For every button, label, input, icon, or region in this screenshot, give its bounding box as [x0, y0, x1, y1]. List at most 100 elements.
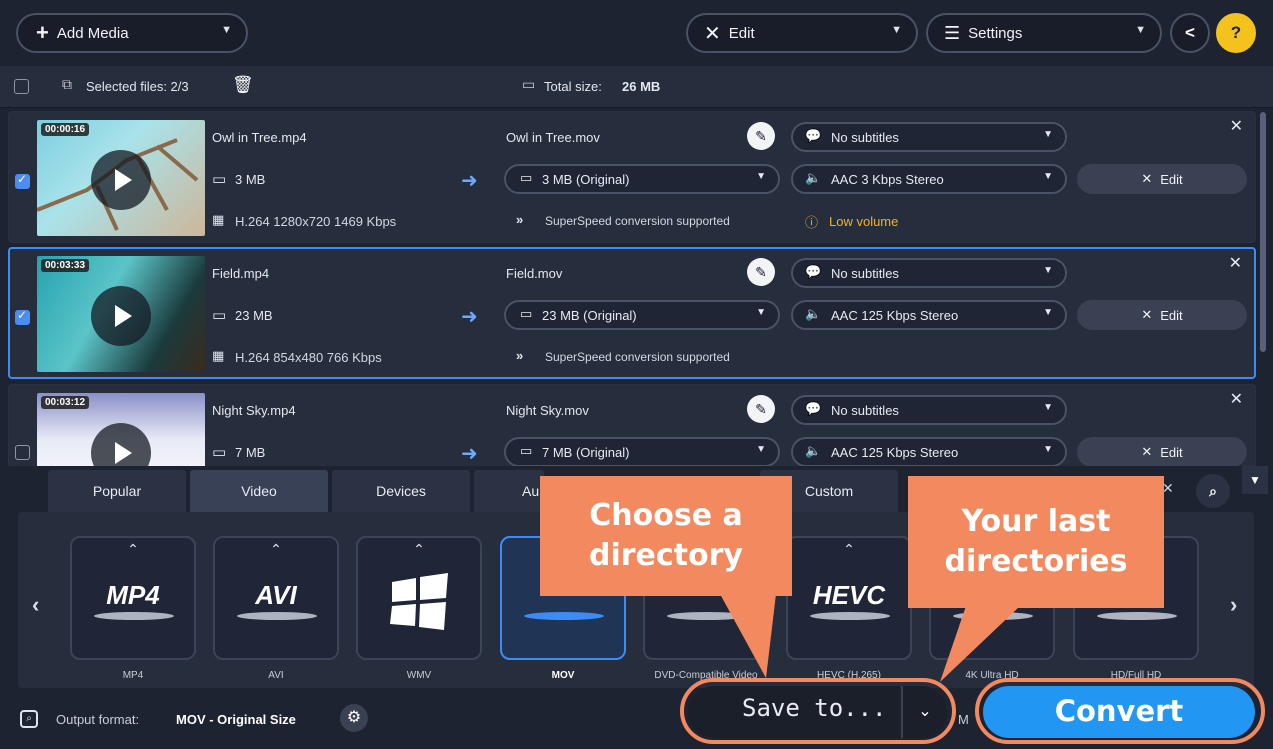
edit-dropdown[interactable]: ✕ Edit ▼ — [686, 13, 918, 53]
audio-select[interactable]: 🔈 AAC 3 Kbps Stereo ▼ — [791, 164, 1067, 194]
add-media-button[interactable]: + Add Media ▼ — [16, 13, 248, 53]
rename-pencil-icon[interactable]: ✎ — [747, 258, 775, 286]
superspeed-icon: » — [516, 348, 524, 363]
file-size: 23 MB — [235, 308, 273, 323]
superspeed-icon: » — [516, 212, 524, 227]
remove-file-icon[interactable]: ✕ — [1230, 389, 1243, 409]
collapse-panel-button[interactable]: ▼ — [1242, 466, 1268, 494]
subtitles-select[interactable]: 💬 No subtitles ▼ — [791, 122, 1067, 152]
format-hevc-logo: HEVC — [812, 580, 886, 610]
output-file-name: Owl in Tree.mov — [506, 130, 600, 145]
subtitles-select[interactable]: 💬 No subtitles ▼ — [791, 258, 1067, 288]
settings-dropdown[interactable]: ☰ Settings ▼ — [926, 13, 1162, 53]
total-size-value: 26 MB — [622, 79, 661, 94]
subtitles-select[interactable]: 💬 No subtitles ▼ — [791, 395, 1067, 425]
format-mp4[interactable]: ⌃ MP4 — [70, 536, 196, 660]
file-row-field[interactable]: 00:03:33 Field.mp4 ▭ 23 MB ▦ H.264 854x4… — [8, 247, 1256, 379]
file-icon: ▭ — [522, 76, 536, 92]
output-size-select[interactable]: ▭ 23 MB (Original) ▼ — [504, 300, 780, 330]
file-icon: ▭ — [520, 170, 533, 185]
chevron-down-icon: ▼ — [1135, 24, 1146, 36]
speaker-icon: 🔈 — [805, 170, 822, 185]
prev-formats-icon[interactable]: ‹ — [32, 592, 39, 618]
convert-arrow-icon: ➜ — [461, 306, 478, 328]
share-button[interactable]: < — [1170, 13, 1210, 53]
add-media-label: Add Media — [56, 24, 129, 42]
chevron-down-icon: ▼ — [756, 307, 766, 318]
trash-icon[interactable]: 🗑 — [232, 75, 254, 95]
format-search-icon[interactable]: ⌕ — [20, 710, 38, 728]
chevron-down-icon: ▼ — [756, 171, 766, 182]
superspeed-text: SuperSpeed conversion supported — [545, 214, 730, 228]
save-to-highlight — [680, 678, 956, 744]
output-size-select[interactable]: ▭ 7 MB (Original) ▼ — [504, 437, 780, 467]
format-wmv[interactable]: ⌃ — [356, 536, 482, 660]
file-icon: ▭ — [212, 444, 227, 461]
codec-info: H.264 854x480 766 Kbps — [235, 350, 382, 365]
edit-button[interactable]: ✕ Edit — [1077, 437, 1247, 467]
tools-icon: ✕ — [1141, 171, 1153, 186]
audio-select[interactable]: 🔈 AAC 125 Kbps Stereo ▼ — [791, 300, 1067, 330]
video-thumbnail[interactable]: 00:03:33 — [37, 256, 205, 372]
output-format-value: MOV - Original Size — [176, 712, 296, 727]
tab-video[interactable]: Video — [190, 470, 328, 512]
chevron-down-icon: ▼ — [1043, 444, 1053, 455]
tab-audio[interactable]: Au — [474, 470, 544, 512]
chevron-down-icon: ▼ — [1043, 402, 1053, 413]
format-avi-label: AVI — [268, 670, 284, 681]
duration-badge: 00:03:12 — [41, 396, 90, 409]
file-checkbox[interactable] — [15, 172, 30, 189]
format-hevc[interactable]: ⌃ HEVC — [786, 536, 912, 660]
top-toolbar: + Add Media ▼ ✕ Edit ▼ ☰ Settings ▼ < ? — [0, 0, 1273, 66]
output-settings-button[interactable]: ⚙ — [340, 704, 368, 732]
rename-pencil-icon[interactable]: ✎ — [747, 122, 775, 150]
warning-icon: ⓘ — [805, 215, 819, 230]
file-row-night-sky[interactable]: 00:03:12 Night Sky.mp4 ▭ 7 MB ➜ Night Sk… — [8, 384, 1256, 468]
chevron-down-icon: ▼ — [756, 444, 766, 455]
callout-last-directories-text: Your last directories — [944, 504, 1128, 579]
tools-icon: ✕ — [1141, 307, 1153, 322]
files-icon: ⧉ — [62, 76, 72, 92]
remove-file-icon[interactable]: ✕ — [1229, 253, 1242, 273]
next-formats-icon[interactable]: › — [1230, 592, 1237, 618]
play-icon[interactable] — [91, 150, 151, 210]
remove-file-icon[interactable]: ✕ — [1230, 116, 1243, 136]
tab-popular[interactable]: Popular — [48, 470, 186, 512]
output-size-label: 23 MB (Original) — [542, 308, 637, 323]
sliders-icon: ☰ — [944, 22, 961, 43]
speech-bubble-icon: 💬 — [805, 264, 822, 279]
chevron-down-icon: ▼ — [1043, 129, 1053, 140]
speaker-icon: 🔈 — [805, 443, 822, 458]
tab-devices[interactable]: Devices — [332, 470, 470, 512]
callout-choose-directory: Choose a directory — [540, 476, 792, 596]
output-size-select[interactable]: ▭ 3 MB (Original) ▼ — [504, 164, 780, 194]
video-thumbnail[interactable]: 00:03:12 — [37, 393, 205, 467]
video-disc-icon — [94, 612, 174, 620]
subtitles-label: No subtitles — [831, 403, 899, 418]
settings-label: Settings — [968, 24, 1023, 42]
edit-button[interactable]: ✕ Edit — [1077, 300, 1247, 330]
format-avi[interactable]: ⌃ AVI — [213, 536, 339, 660]
file-list-scrollbar[interactable] — [1260, 112, 1266, 352]
file-icon: ▭ — [212, 171, 227, 188]
video-thumbnail[interactable]: 00:00:16 — [37, 120, 205, 236]
speaker-icon: 🔈 — [805, 306, 822, 321]
audio-select[interactable]: 🔈 AAC 125 Kbps Stereo ▼ — [791, 437, 1067, 467]
edit-button[interactable]: ✕ Edit — [1077, 164, 1247, 194]
callout-choose-directory-text: Choose a directory — [589, 498, 743, 573]
rename-pencil-icon[interactable]: ✎ — [747, 395, 775, 423]
subtitles-label: No subtitles — [831, 266, 899, 281]
help-button[interactable]: ? — [1216, 13, 1256, 53]
play-icon[interactable] — [91, 423, 151, 467]
file-checkbox[interactable] — [15, 308, 30, 325]
file-row-owl[interactable]: 00:00:16 Owl in Tree.mp4 ▭ 3 MB ▦ H.264 … — [8, 111, 1256, 243]
play-icon[interactable] — [91, 286, 151, 346]
film-icon: ▦ — [212, 212, 225, 227]
format-search-button[interactable]: ⌕ — [1196, 474, 1230, 508]
file-checkbox[interactable] — [15, 445, 30, 460]
select-all-checkbox[interactable] — [14, 79, 29, 94]
audio-label: AAC 3 Kbps Stereo — [831, 172, 944, 187]
format-mp4-logo: MP4 — [106, 580, 160, 610]
video-disc-icon — [237, 612, 317, 620]
file-icon: ▭ — [520, 443, 533, 458]
